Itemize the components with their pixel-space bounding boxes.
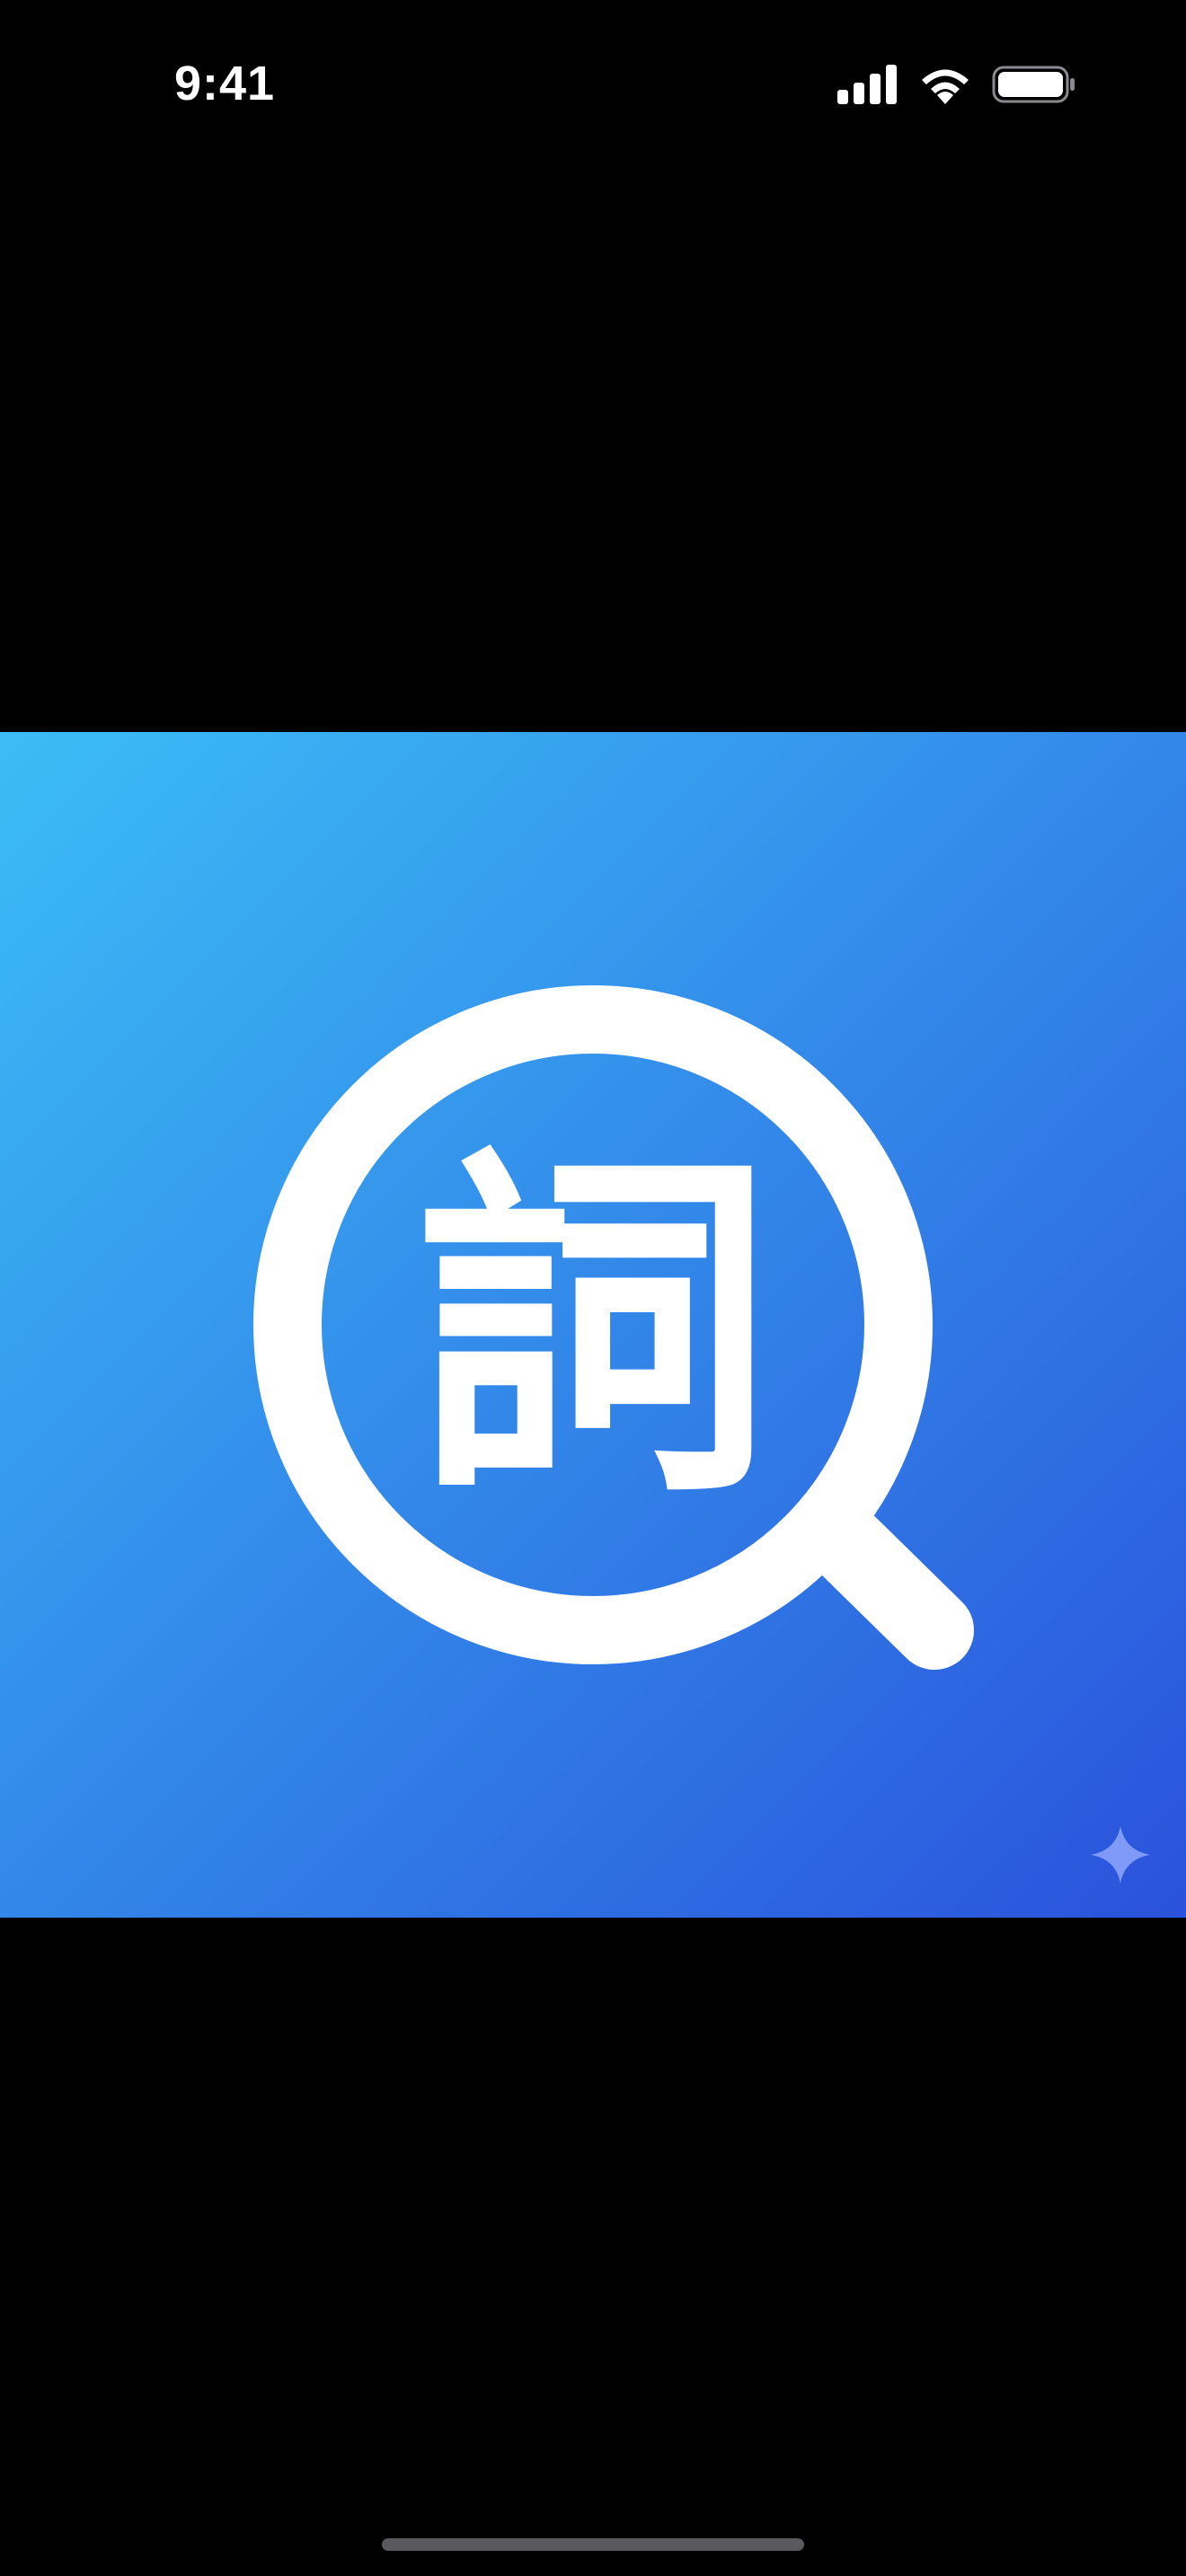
dictionary-glyph: 詞 [413, 1118, 773, 1540]
home-indicator[interactable] [382, 2538, 804, 2551]
wifi-icon [922, 69, 969, 104]
battery-icon [992, 66, 1075, 103]
status-time: 9:41 [174, 57, 276, 110]
artwork-canvas: 詞 [0, 732, 1186, 1918]
cellular-signal-icon [837, 65, 897, 104]
status-icons [837, 65, 1076, 104]
status-bar: 9:41 [0, 0, 1186, 171]
app-artwork: 詞 [0, 732, 1186, 1918]
